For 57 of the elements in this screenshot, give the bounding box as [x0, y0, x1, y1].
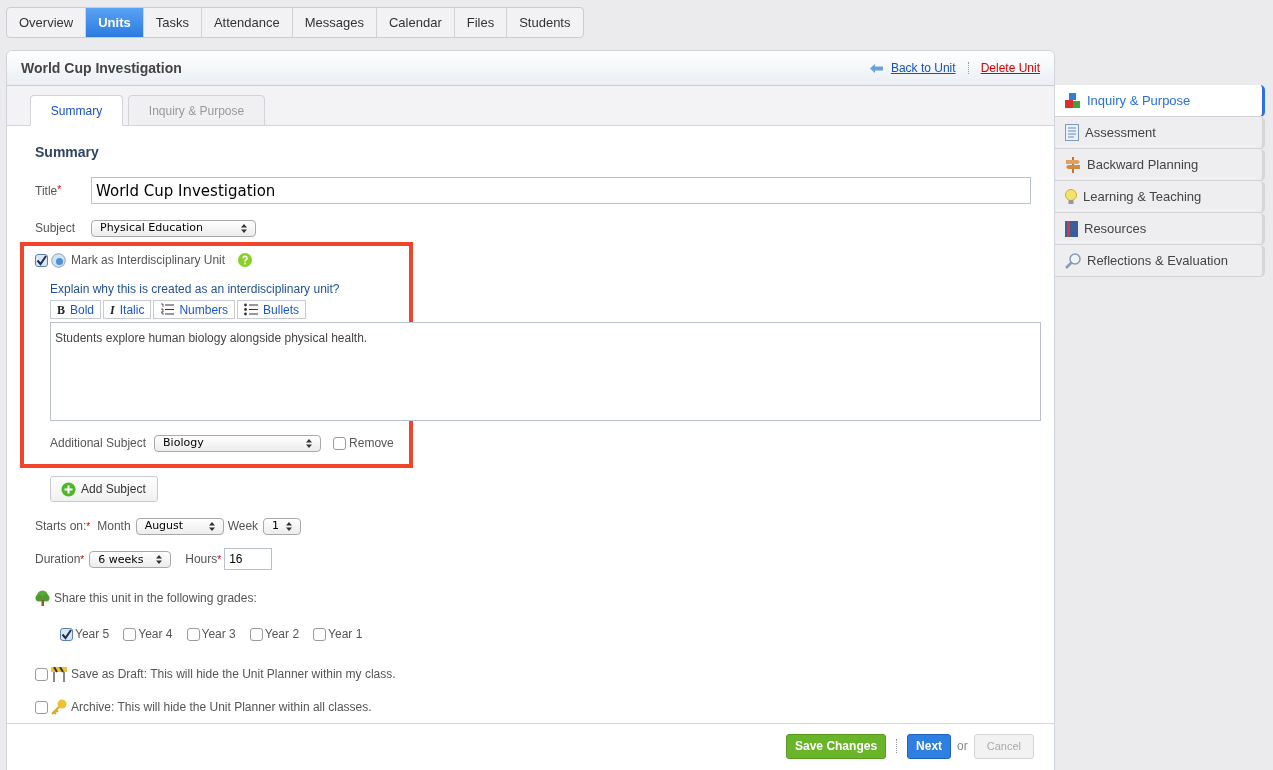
back-to-unit-link[interactable]: Back to Unit	[890, 59, 956, 77]
nav-tab[interactable]: Calendar	[376, 8, 455, 37]
grade-label: Year 4	[138, 626, 173, 643]
field-label: Duration	[35, 551, 81, 568]
option-label: Archive: This will hide the Unit Planner within all classes.	[71, 699, 372, 716]
unit-title: World Cup Investigation	[21, 58, 182, 78]
nav-tab[interactable]: Files	[454, 8, 508, 37]
format-button[interactable]: Numbers	[153, 300, 236, 319]
section-tab[interactable]: Summary	[30, 95, 123, 126]
grade-label: Year 1	[328, 626, 363, 643]
field-label: Title	[35, 182, 58, 200]
required-mark: *	[86, 519, 91, 534]
select-field[interactable]: 6 weeks	[89, 551, 172, 569]
sidebar-item[interactable]: Reflections & Evaluation	[1055, 245, 1265, 277]
field-label: Week	[227, 518, 259, 535]
field-label: Hours	[185, 551, 218, 568]
nav-tab[interactable]: Students	[507, 8, 583, 37]
field-label: Additional Subject	[50, 435, 147, 452]
hours-field[interactable]: 16	[224, 548, 273, 570]
required-mark: *	[80, 552, 85, 567]
format-button[interactable]: I Italic	[103, 300, 152, 319]
add-subject-button[interactable]: Add Subject	[50, 476, 158, 502]
required-mark: *	[217, 552, 222, 567]
sidebar-item[interactable]: Backward Planning	[1055, 149, 1265, 181]
sidebar-item[interactable]: Assessment	[1055, 117, 1265, 149]
explanation-prompt: Explain why this is created as an interdisciplinary unit?	[50, 281, 341, 298]
format-button[interactable]: Bullets	[237, 300, 307, 319]
delete-unit-link[interactable]: Delete Unit	[980, 59, 1040, 77]
sidebar-item[interactable]: Learning & Teaching	[1055, 181, 1265, 213]
sidebar-item[interactable]: Resources	[1055, 213, 1265, 245]
select-field[interactable]: Biology	[154, 434, 322, 452]
select-field[interactable]: 1	[263, 517, 302, 535]
option-label: Save as Draft: This will hide the Unit Planner within my class.	[71, 666, 396, 683]
required-mark: *	[57, 182, 62, 197]
field-label: Subject	[35, 220, 76, 237]
sidebar-item[interactable]: Inquiry & Purpose	[1055, 85, 1265, 117]
section-heading: Summary	[35, 143, 100, 162]
share-label: Share this unit in the following grades:	[54, 590, 257, 607]
explanation-textarea[interactable]: Students explore human biology alongside physical health.	[50, 322, 1041, 421]
grade-label: Year 5	[75, 626, 110, 643]
nav-tab[interactable]: Messages	[292, 8, 377, 37]
select-field[interactable]: Physical Education	[91, 219, 256, 237]
nav-tab[interactable]: Tasks	[143, 8, 202, 37]
grade-label: Year 2	[264, 626, 300, 643]
italic-glyph: I	[110, 301, 115, 319]
grade-label: Year 3	[201, 626, 236, 643]
bold-glyph: B	[57, 301, 65, 319]
remove-label: Remove	[349, 435, 394, 452]
select-field[interactable]: August	[135, 517, 224, 535]
title-field[interactable]: World Cup Investigation	[91, 177, 1031, 204]
format-button[interactable]: B Bold	[50, 300, 102, 319]
field-label: Starts on:	[35, 518, 87, 535]
nav-tab[interactable]: Attendance	[201, 8, 293, 37]
field-label: Month	[97, 518, 131, 535]
next-button[interactable]: Next	[907, 733, 952, 759]
interdisciplinary-label: Mark as Interdisciplinary Unit	[71, 252, 226, 269]
or-text: or	[957, 738, 968, 755]
